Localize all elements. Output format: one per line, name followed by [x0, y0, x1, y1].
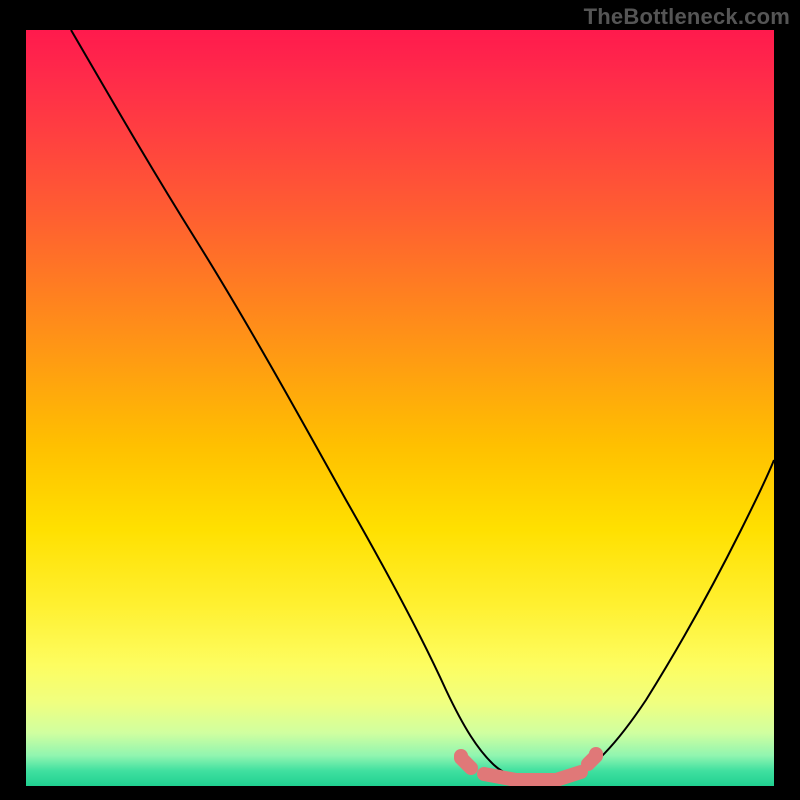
plot-area	[26, 30, 774, 786]
marker-dot-left	[454, 749, 468, 763]
optimal-range-marker	[461, 756, 596, 780]
watermark-text: TheBottleneck.com	[584, 4, 790, 30]
chart-frame: TheBottleneck.com	[0, 0, 800, 800]
bottleneck-curve	[26, 30, 774, 786]
curve-path	[71, 30, 774, 780]
marker-dot-right	[589, 747, 603, 761]
